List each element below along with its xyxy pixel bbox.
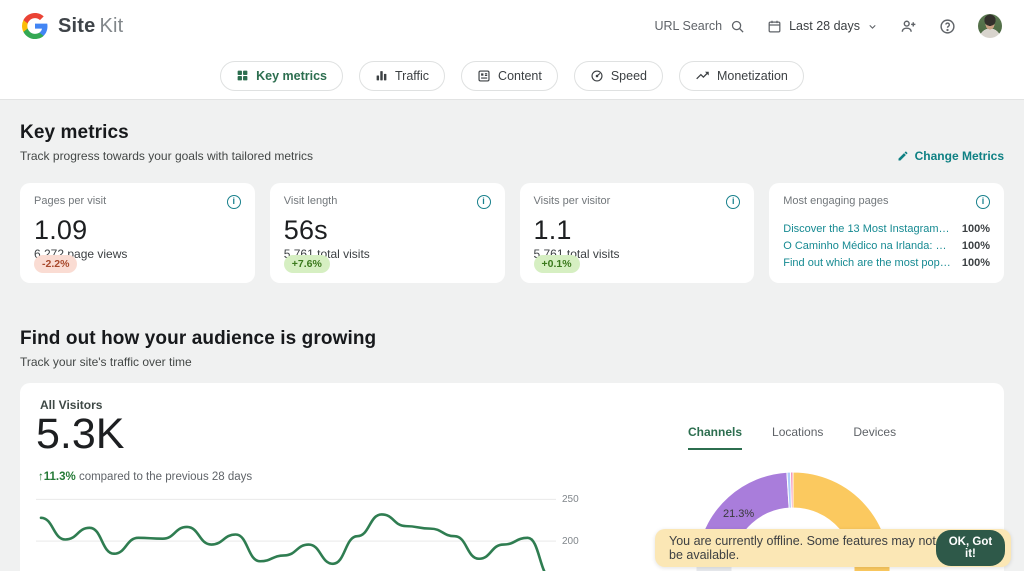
section-subtitle: Track progress towards your goals with t… (20, 149, 313, 163)
page-engagement-value: 100% (962, 223, 990, 235)
speed-gauge-icon (590, 69, 604, 83)
engaging-page-row: Find out which are the most popular dati… (783, 257, 990, 269)
nav-tab-monetization[interactable]: Monetization (679, 61, 804, 91)
sitekit-logo[interactable]: SiteKit (22, 13, 123, 39)
y-axis-tick: 200 (562, 536, 579, 547)
metric-card-pages-per-visit: Pages per visit i 1.09 6,272 page views … (20, 183, 255, 283)
nav-tab-label: Key metrics (256, 69, 327, 83)
metric-label: Visit length (284, 195, 338, 207)
toast-message: You are currently offline. Some features… (669, 534, 936, 562)
engaging-page-row: Discover the 13 Most Instagrammable Rest… (783, 223, 990, 235)
page-link[interactable]: Find out which are the most popular dati… (783, 257, 953, 269)
metric-value: 56s (284, 215, 491, 246)
breakdown-tabs: Channels Locations Devices (688, 425, 896, 450)
add-user-button[interactable] (900, 18, 917, 35)
section-title: Find out how your audience is growing (20, 328, 1004, 350)
help-icon (939, 18, 956, 35)
nav-tab-label: Speed (611, 69, 647, 83)
section-title: Key metrics (20, 122, 1004, 144)
nav-tab-content[interactable]: Content (461, 61, 558, 91)
nav-tab-label: Traffic (395, 69, 429, 83)
url-search-label: URL Search (654, 19, 722, 33)
metric-label: Pages per visit (34, 195, 106, 207)
person-add-icon (900, 18, 917, 35)
offline-toast: You are currently offline. Some features… (655, 529, 1011, 567)
toast-dismiss-button[interactable]: OK, Got it! (936, 530, 1005, 566)
trending-up-icon (695, 68, 710, 83)
all-visitors-total: 5.3K (36, 410, 124, 459)
key-metrics-section-header: Key metrics Track progress towards your … (20, 122, 1004, 163)
chevron-down-icon (867, 21, 878, 32)
url-search-button[interactable]: URL Search (654, 19, 745, 34)
metric-change-badge: +7.6% (284, 255, 330, 273)
metric-value: 1.09 (34, 215, 241, 246)
change-note: compared to the previous 28 days (79, 471, 252, 483)
audience-section-header: Find out how your audience is growing Tr… (20, 328, 1004, 369)
info-icon[interactable]: i (726, 195, 740, 209)
tab-channels[interactable]: Channels (688, 425, 742, 450)
google-g-icon (22, 13, 48, 39)
pink-slice (791, 472, 793, 508)
nav-tab-traffic[interactable]: Traffic (359, 61, 445, 91)
metric-change-badge: +0.1% (534, 255, 580, 273)
change-percent: 11.3% (44, 471, 76, 483)
info-icon[interactable]: i (976, 195, 990, 209)
change-metrics-link[interactable]: Change Metrics (897, 149, 1004, 163)
metric-value: 1.1 (534, 215, 741, 246)
key-metric-cards: Pages per visit i 1.09 6,272 page views … (20, 183, 1004, 283)
metric-card-visits-per-visitor: Visits per visitor i 1.1 5,761 total vis… (520, 183, 755, 283)
metric-card-visit-length: Visit length i 56s 5,761 total visits +7… (270, 183, 505, 283)
nav-tab-key-metrics[interactable]: Key metrics (220, 61, 343, 91)
search-icon (730, 19, 745, 34)
visitors-line-chart (36, 491, 576, 571)
page-link[interactable]: Discover the 13 Most Instagrammable Rest… (783, 223, 953, 235)
metric-label: Visits per visitor (534, 195, 611, 207)
date-range-selector[interactable]: Last 28 days (767, 19, 878, 34)
dashboard-nav: Key metrics Traffic Content Speed Moneti… (0, 52, 1024, 100)
user-avatar[interactable] (978, 14, 1002, 38)
brand-text: SiteKit (58, 15, 123, 38)
donut-slice-label: 21.3% (723, 508, 754, 520)
app-header: SiteKit URL Search Last 28 days (0, 0, 1024, 52)
tab-devices[interactable]: Devices (853, 425, 896, 450)
grid-icon (236, 69, 249, 82)
page-engagement-value: 100% (962, 257, 990, 269)
bar-chart-icon (375, 69, 388, 82)
page-engagement-value: 100% (962, 240, 990, 252)
page-link[interactable]: O Caminho Médico na Irlanda: Um Guia Det… (783, 240, 953, 252)
pencil-icon (897, 150, 909, 162)
metric-card-most-engaging-pages: Most engaging pages i Discover the 13 Mo… (769, 183, 1004, 283)
y-axis-tick: 250 (562, 494, 579, 505)
help-button[interactable] (939, 18, 956, 35)
metric-label: Most engaging pages (783, 195, 888, 207)
tab-locations[interactable]: Locations (772, 425, 823, 450)
sitekit-dashboard: SiteKit URL Search Last 28 days (0, 0, 1024, 571)
metric-change-badge: -2.2% (34, 255, 77, 273)
nav-tab-speed[interactable]: Speed (574, 61, 663, 91)
info-icon[interactable]: i (227, 195, 241, 209)
section-subtitle: Track your site's traffic over time (20, 355, 192, 369)
calendar-icon (767, 19, 782, 34)
nav-tab-label: Monetization (717, 69, 788, 83)
date-range-label: Last 28 days (789, 19, 860, 33)
all-visitors-change: ↑11.3% compared to the previous 28 days (38, 471, 252, 483)
nav-tab-label: Content (498, 69, 542, 83)
info-icon[interactable]: i (477, 195, 491, 209)
engaging-page-row: O Caminho Médico na Irlanda: Um Guia Det… (783, 240, 990, 252)
article-icon (477, 69, 491, 83)
